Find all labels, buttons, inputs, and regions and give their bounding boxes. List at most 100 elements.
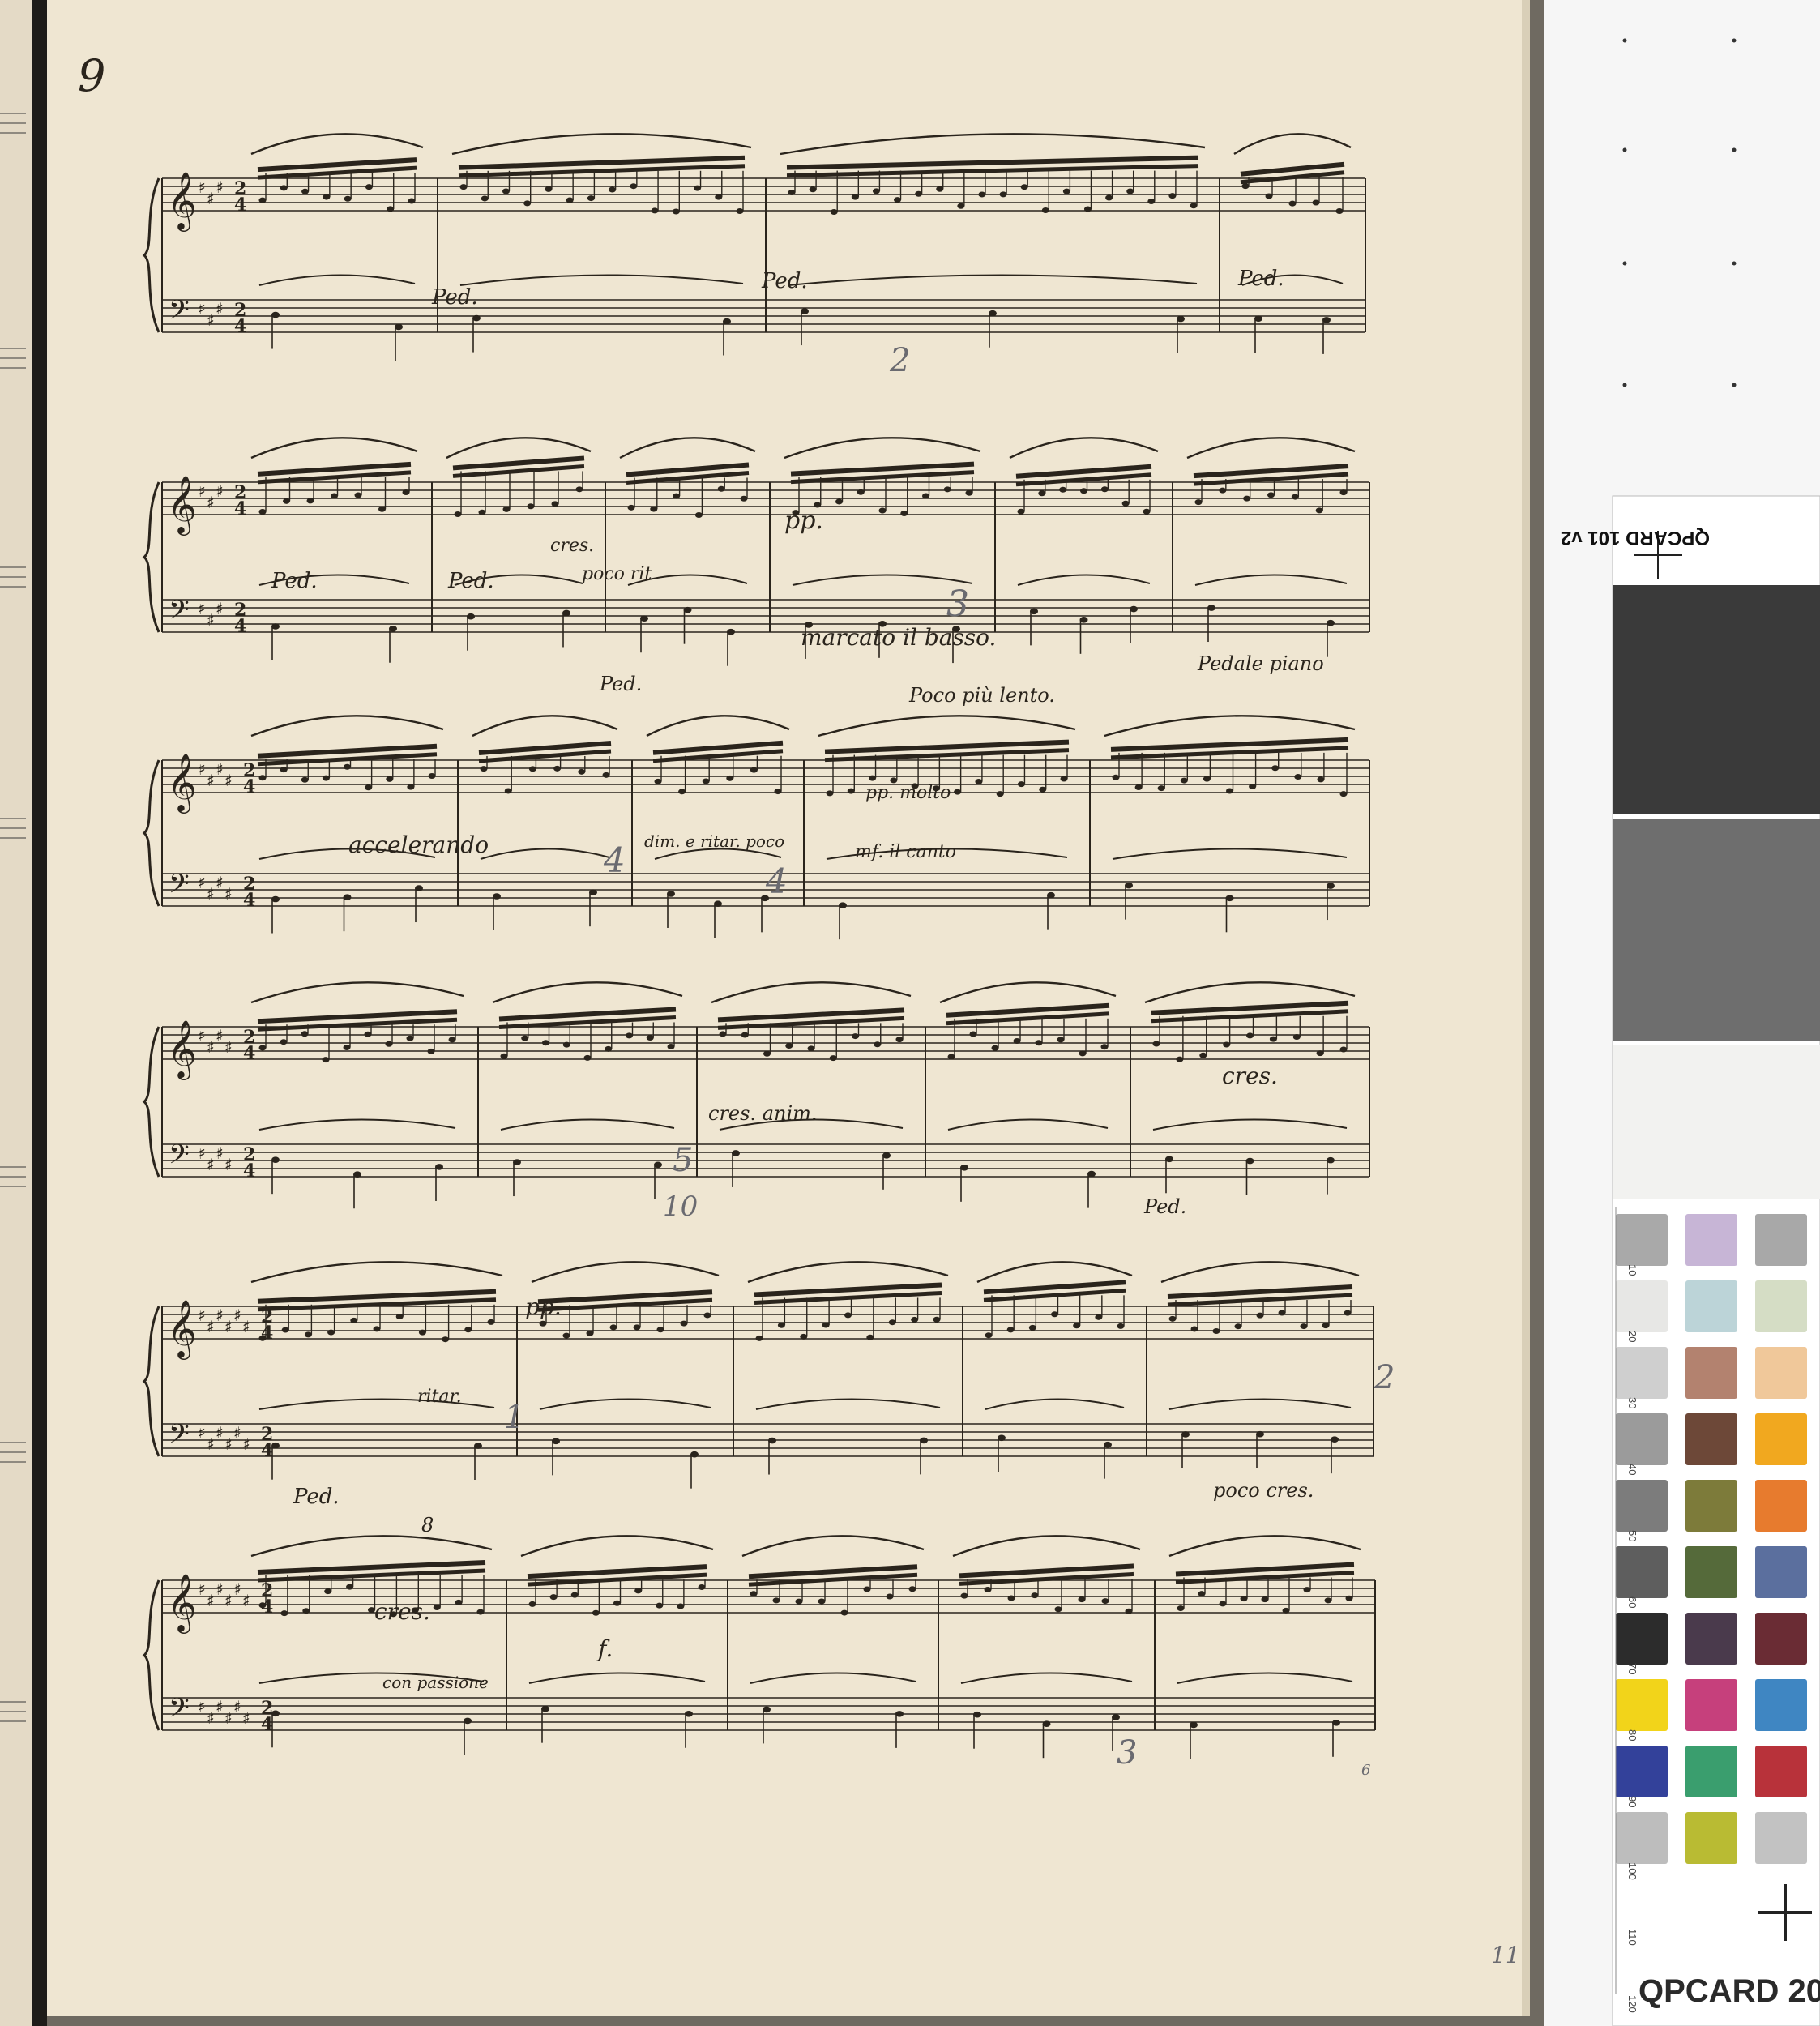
notehead (605, 1045, 613, 1052)
notehead (1112, 774, 1120, 780)
notehead (656, 1602, 664, 1609)
notehead (656, 1327, 664, 1333)
notehead (301, 776, 309, 783)
notehead (1300, 1323, 1308, 1330)
color-swatch (1616, 1214, 1668, 1266)
notehead (965, 489, 973, 496)
sharp-icon: ♯ (207, 1591, 215, 1610)
notehead (1271, 765, 1280, 772)
notehead (258, 1045, 267, 1051)
card-brand-bottom: QPCARD 201 (1638, 1973, 1820, 2009)
time-signature-denominator: 4 (261, 1440, 273, 1461)
color-swatch (1616, 1413, 1668, 1465)
notehead (302, 1608, 310, 1614)
notehead (464, 1327, 472, 1333)
time-signature-denominator: 4 (243, 1160, 255, 1182)
sharp-icon: ♯ (198, 873, 206, 892)
gray-patch-dark (1613, 585, 1820, 814)
notehead (736, 207, 744, 214)
notehead (1152, 1041, 1160, 1047)
notehead (698, 1584, 706, 1590)
ottava-marking: 8 (421, 1514, 434, 1537)
notehead (822, 1322, 830, 1328)
treble-clef-icon: 𝄞 (167, 1019, 197, 1080)
notehead (386, 776, 394, 782)
sharp-icon: ♯ (224, 1155, 233, 1174)
notehead (609, 186, 617, 193)
notehead (1017, 781, 1025, 788)
notehead (364, 1031, 372, 1037)
notehead (1219, 487, 1227, 494)
notehead (301, 1031, 309, 1037)
sharp-icon: ♯ (198, 599, 206, 618)
notehead (866, 1334, 874, 1340)
sharp-icon: ♯ (207, 1317, 215, 1336)
color-swatch (1685, 1613, 1737, 1665)
notehead (750, 767, 758, 773)
notehead (954, 789, 962, 795)
notehead (1267, 492, 1275, 498)
notehead (1291, 494, 1299, 500)
notehead (872, 188, 880, 194)
notehead (1035, 1040, 1043, 1046)
sharp-icon: ♯ (216, 1143, 224, 1163)
sharp-icon: ♯ (207, 1434, 215, 1454)
notehead (922, 493, 929, 499)
notehead (715, 194, 723, 200)
notehead (545, 186, 553, 192)
notehead (578, 768, 586, 775)
sharp-icon: ♯ (233, 1423, 241, 1443)
notehead (1039, 786, 1047, 793)
notehead (1117, 1323, 1125, 1329)
card-scale-label: 10 (1626, 1264, 1638, 1276)
notehead (586, 1330, 594, 1336)
bass-clef-icon: 𝄢 (169, 1693, 190, 1730)
ped-marking-5: Ped. (447, 569, 494, 593)
card-scale-label: 80 (1626, 1729, 1638, 1741)
ped-marking-6: Ped. (599, 673, 642, 695)
notehead (566, 197, 574, 203)
notehead (539, 1320, 547, 1327)
notehead (726, 775, 734, 781)
pencil-number-5: 5 (673, 1142, 693, 1179)
treble-clef-icon: 𝄞 (167, 170, 197, 232)
notehead (1288, 200, 1297, 207)
notehead (350, 1317, 358, 1323)
notehead (1177, 1605, 1185, 1612)
pp-marking-2: pp. (525, 1293, 562, 1320)
sharp-icon: ♯ (224, 771, 233, 790)
con-passione-marking: con passione (382, 1673, 489, 1692)
notehead (1339, 791, 1348, 797)
notehead (646, 1035, 654, 1041)
pp-marking-1: pp. (784, 506, 823, 535)
ped-marking-2: Ped. (761, 269, 808, 293)
notehead (258, 1335, 267, 1341)
notehead (521, 1035, 529, 1041)
notehead (1199, 1052, 1207, 1058)
notehead (851, 194, 859, 200)
notehead (1294, 774, 1302, 780)
card-scale-label: 110 (1626, 1929, 1638, 1946)
color-swatch (1755, 1812, 1807, 1864)
card-scale-label: 120 (1626, 1995, 1638, 2013)
notehead (1303, 1587, 1311, 1593)
color-swatch (1755, 1546, 1807, 1598)
notehead (280, 185, 288, 191)
notehead (280, 767, 288, 773)
notehead (844, 1312, 852, 1319)
notehead (448, 1037, 456, 1043)
card-scale-label: 90 (1626, 1796, 1638, 1807)
ped-marking-7: Ped. (1143, 1195, 1186, 1218)
card-scale-label: 20 (1626, 1331, 1638, 1342)
notehead (1062, 188, 1070, 194)
notehead (1203, 776, 1211, 782)
manuscript-scene: 𝄞𝄢♯♯♯♯♯♯2424𝄞𝄢♯♯♯♯♯♯2424𝄞𝄢♯♯♯♯♯♯♯♯2424𝄞𝄢… (0, 0, 1820, 2026)
notehead (1168, 1315, 1177, 1322)
notehead (280, 1039, 288, 1045)
card-scale-label: 100 (1626, 1862, 1638, 1880)
sharp-icon: ♯ (216, 1026, 224, 1045)
notehead (1028, 1324, 1036, 1331)
notehead (900, 510, 908, 516)
notehead (322, 775, 330, 781)
pencil-number-1: 2 (889, 342, 910, 379)
